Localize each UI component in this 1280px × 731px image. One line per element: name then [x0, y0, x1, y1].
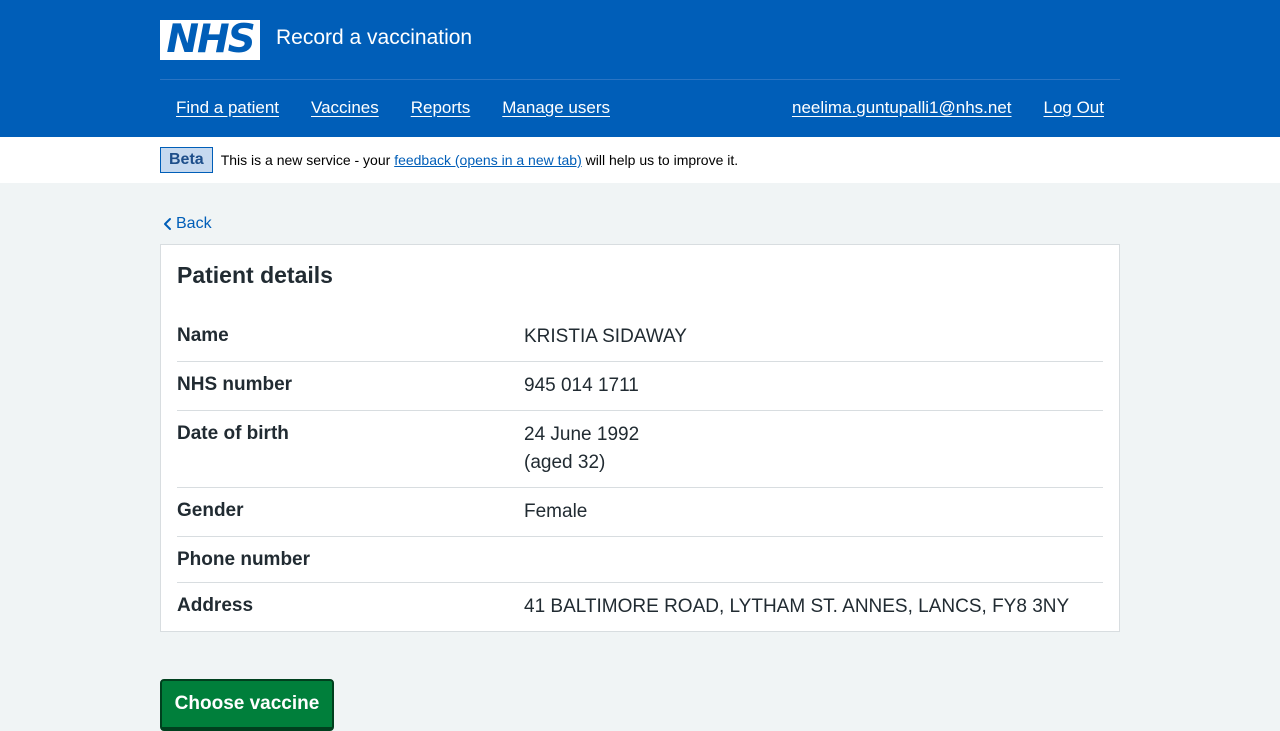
patient-details-card: Patient details Name KRISTIA SIDAWAY NHS… — [160, 244, 1120, 632]
row-value: 945 014 1711 — [524, 375, 639, 396]
service-name[interactable]: Record a vaccination — [276, 20, 472, 56]
site-header: NHS Record a vaccination Find a patient … — [0, 0, 1280, 137]
row-value: 24 June 1992 (aged 32) — [524, 421, 639, 477]
row-key: NHS number — [177, 374, 293, 395]
summary-row-address: Address 41 BALTIMORE ROAD, LYTHAM ST. AN… — [177, 583, 1103, 632]
row-key: Date of birth — [177, 423, 289, 444]
nav-vaccines[interactable]: Vaccines — [295, 80, 395, 136]
beta-tag: Beta — [160, 147, 213, 173]
feedback-link[interactable]: feedback (opens in a new tab) — [394, 152, 582, 168]
row-key: Name — [177, 325, 229, 346]
main-content: Back Patient details Name KRISTIA SIDAWA… — [160, 183, 1120, 632]
user-email-link[interactable]: neelima.guntupalli1@nhs.net — [776, 80, 1028, 136]
log-out-link[interactable]: Log Out — [1028, 80, 1121, 136]
row-value: Female — [524, 501, 588, 522]
summary-row-nhs-number: NHS number 945 014 1711 — [177, 362, 1103, 411]
phase-banner: Beta This is a new service - your feedba… — [0, 137, 1280, 183]
summary-row-phone-number: Phone number — [177, 537, 1103, 583]
summary-row-date-of-birth: Date of birth 24 June 1992 (aged 32) — [177, 411, 1103, 488]
row-value: 41 BALTIMORE ROAD, LYTHAM ST. ANNES, LAN… — [524, 596, 1070, 617]
card-title: Patient details — [177, 262, 333, 288]
nav-reports[interactable]: Reports — [395, 80, 487, 136]
nav-manage-users[interactable]: Manage users — [486, 80, 626, 136]
chevron-left-icon — [160, 216, 176, 232]
age-value: (aged 32) — [524, 452, 606, 473]
row-key: Phone number — [177, 549, 311, 570]
dob-value: 24 June 1992 — [524, 424, 640, 445]
row-key: Gender — [177, 500, 244, 521]
phase-text: This is a new service - your feedback (o… — [220, 152, 739, 168]
row-value: KRISTIA SIDAWAY — [524, 326, 687, 347]
nhs-logo[interactable]: NHS — [160, 20, 260, 60]
back-link[interactable]: Back — [160, 183, 1120, 244]
row-key: Address — [177, 595, 254, 616]
choose-vaccine-button[interactable]: Choose vaccine — [160, 679, 334, 731]
primary-nav: Find a patient Vaccines Reports Manage u… — [160, 80, 1120, 136]
nav-find-patient[interactable]: Find a patient — [160, 80, 295, 136]
summary-row-gender: Gender Female — [177, 488, 1103, 537]
summary-row-name: Name KRISTIA SIDAWAY — [177, 313, 1103, 362]
back-label: Back — [176, 214, 212, 232]
